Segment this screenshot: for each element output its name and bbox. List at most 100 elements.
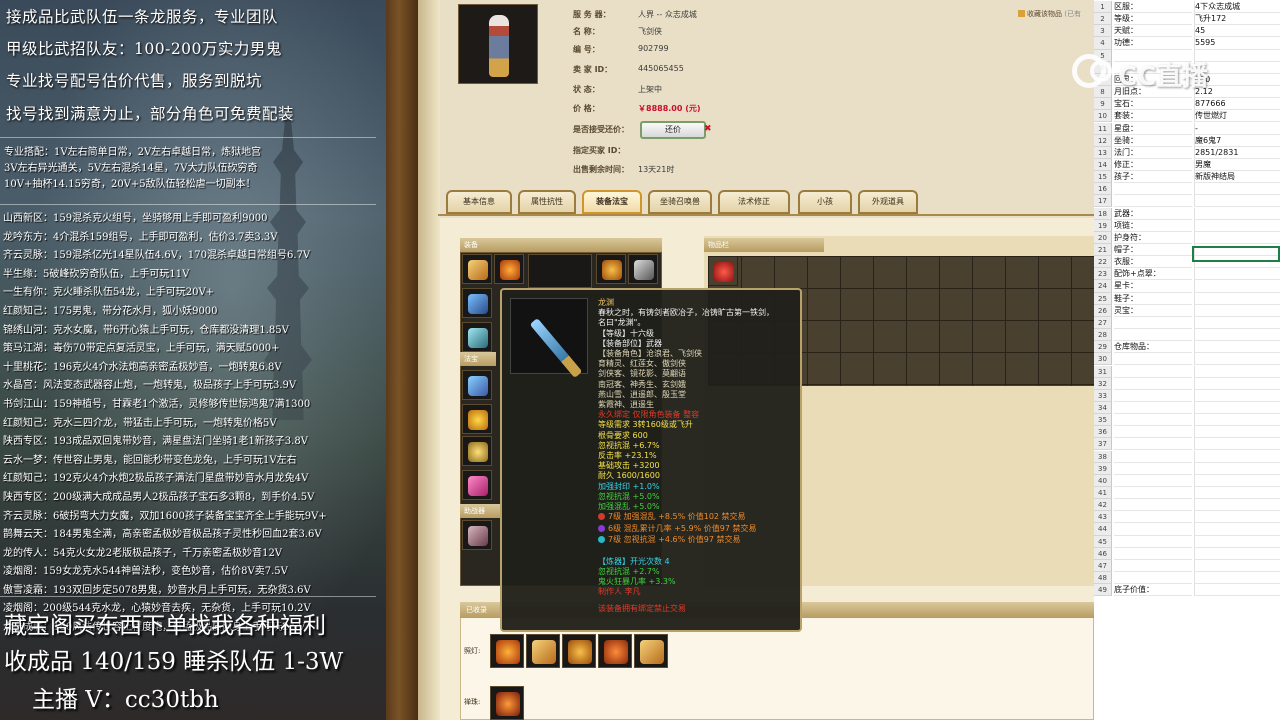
cell[interactable]: 星卡： [1114,280,1192,293]
equipment-slot[interactable] [494,254,524,284]
cell[interactable] [1194,438,1280,451]
collected-slot[interactable] [634,634,668,668]
cell[interactable] [1114,414,1192,427]
cell[interactable] [1194,426,1280,439]
cell[interactable] [1114,475,1192,487]
equipment-slot[interactable] [628,254,658,284]
cell[interactable] [1194,474,1280,487]
cell[interactable] [1114,438,1192,451]
cell[interactable] [1194,547,1280,560]
cell[interactable]: 护身符： [1114,232,1192,244]
cell[interactable]: 天赋： [1114,25,1192,38]
cell[interactable]: 877666 [1194,98,1280,111]
cell[interactable] [1194,304,1280,317]
cell[interactable] [1114,378,1192,390]
equipment-slot[interactable] [462,322,492,352]
cell[interactable] [1114,536,1192,548]
tab-6[interactable]: 小孩 [798,190,852,214]
cell[interactable] [1114,195,1192,208]
equipment-slot[interactable] [462,520,492,550]
cell[interactable]: 修正： [1114,159,1192,172]
cell[interactable] [1194,329,1280,342]
cell[interactable] [1194,462,1280,475]
counter-offer-button[interactable]: 还价 [640,121,706,139]
cell[interactable]: 等级： [1114,13,1192,26]
collected-slot[interactable] [526,634,560,668]
cell[interactable] [1114,487,1192,500]
inventory-slot[interactable] [708,256,738,286]
cell[interactable] [1114,317,1192,329]
cell[interactable]: 宝石： [1114,98,1192,111]
equipment-slot[interactable] [462,470,492,500]
equipment-slot[interactable] [462,404,492,434]
cell[interactable]: 孩子： [1114,171,1192,184]
equipment-slot[interactable] [462,370,492,400]
cell[interactable] [1194,316,1280,329]
equipment-slot[interactable] [462,288,492,318]
tab-5[interactable]: 法术修正 [718,190,790,214]
cell[interactable] [1114,511,1192,524]
cell[interactable] [1194,183,1280,196]
cell[interactable] [1194,389,1280,402]
cell[interactable] [1194,207,1280,220]
cell[interactable]: 功德： [1114,37,1192,50]
cell[interactable]: 2851/2831 [1194,146,1280,159]
cell[interactable]: - [1194,122,1280,135]
equipment-slot[interactable] [462,254,492,284]
cell[interactable]: 新版神结局 [1194,171,1280,184]
cell[interactable] [1194,414,1280,427]
weapon-slot[interactable] [528,254,592,288]
cell[interactable] [1194,523,1280,536]
cell[interactable]: 衣服： [1114,256,1192,269]
cell[interactable]: 底子价值： [1114,584,1192,597]
selected-cell[interactable] [1192,246,1280,262]
cell[interactable] [1114,366,1192,378]
cell[interactable] [1114,426,1192,439]
cell[interactable]: 5595 [1194,37,1280,50]
cell[interactable]: 飞升172 [1194,13,1280,26]
tab-2[interactable]: 属性抗性 [518,190,576,214]
cell[interactable] [1114,183,1192,196]
cell[interactable] [1194,401,1280,415]
cell[interactable]: 男魔 [1194,158,1280,172]
cell[interactable] [1114,390,1192,402]
cell[interactable]: 项链： [1114,220,1192,232]
cell[interactable] [1194,584,1280,597]
cell[interactable]: 4下众志成城 [1194,1,1280,14]
cell[interactable] [1114,451,1192,463]
cell[interactable] [1194,353,1280,366]
cell[interactable] [1194,487,1280,500]
cell[interactable] [1114,572,1192,585]
cell[interactable] [1114,402,1192,415]
cell[interactable] [1114,353,1192,366]
cell[interactable] [1194,511,1280,524]
cell[interactable]: 灵宝： [1114,305,1192,317]
cell[interactable] [1194,231,1280,244]
cell[interactable] [1114,499,1192,512]
cell[interactable] [1194,377,1280,390]
cell[interactable] [1194,535,1280,548]
cell[interactable] [1114,560,1192,572]
tab-3[interactable]: 装备法宝 [582,190,642,214]
cell[interactable]: 仓库物品： [1114,341,1192,354]
equipment-slot[interactable] [596,254,626,284]
cell[interactable] [1194,499,1280,512]
cell[interactable] [1114,548,1192,560]
cell[interactable] [1194,341,1280,354]
cell[interactable]: 魔6鬼7 [1194,134,1280,147]
cell[interactable] [1194,365,1280,378]
cell[interactable]: 45 [1194,25,1280,38]
collected-slot[interactable] [562,634,596,668]
cell[interactable] [1194,280,1280,293]
tab-4[interactable]: 坐骑召唤兽 [648,190,712,214]
close-icon[interactable]: ✖ [704,124,712,134]
equipment-slot[interactable] [462,436,492,466]
cell[interactable]: 套装： [1114,110,1192,123]
favorite-link[interactable]: 收藏该物品 (已有 [1018,9,1081,19]
cell[interactable] [1114,329,1192,342]
tab-1[interactable]: 基本信息 [446,190,512,214]
cell[interactable] [1194,268,1280,281]
cell[interactable] [1114,463,1192,475]
cell[interactable]: 坐骑： [1114,135,1192,147]
cell[interactable]: 星盘： [1114,123,1192,135]
